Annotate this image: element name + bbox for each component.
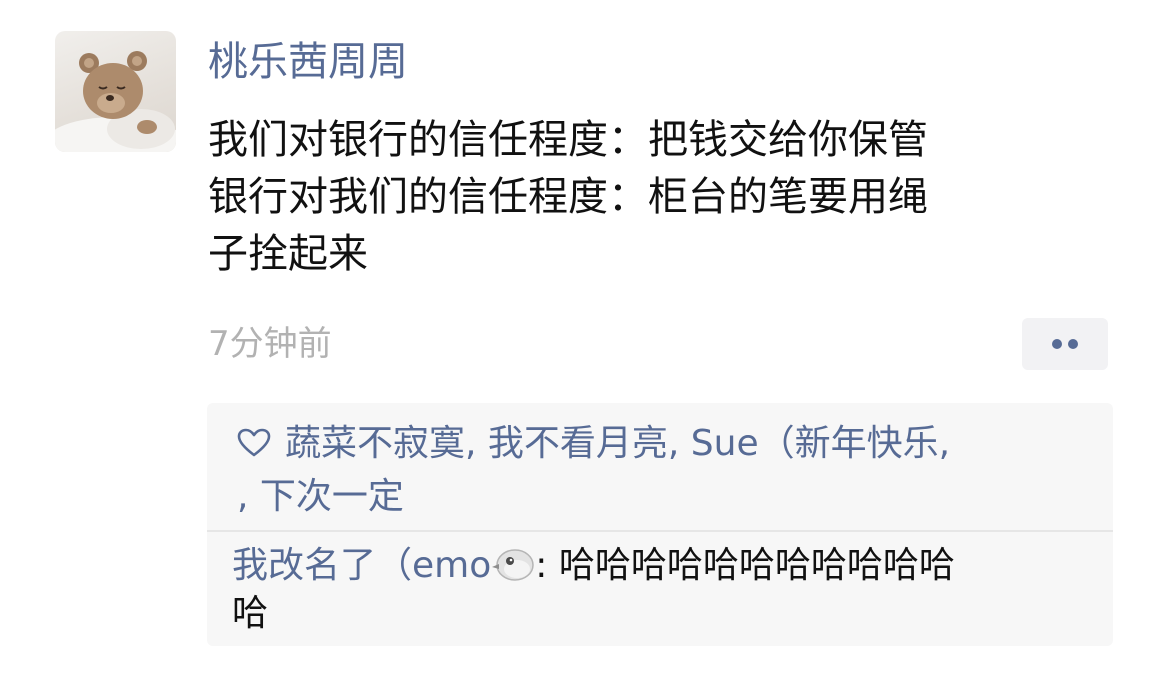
comment-separator: : [535,545,559,586]
comment-line: 我改名了（emo: 哈哈哈哈哈哈哈哈哈哈哈 [232,542,1102,590]
post-content: 我们对银行的信任程度：把钱交给你保管 银行对我们的信任程度：柜台的笔要用绳 子拴… [208,112,1108,283]
comment-text: 哈哈哈哈哈哈哈哈哈哈哈 [558,545,955,586]
likes-comments-divider [207,530,1113,532]
post-content-line: 子拴起来 [208,231,368,277]
heart-outline-icon [237,428,271,457]
avatar[interactable] [55,31,176,152]
likes-line: 蔬菜不寂寞, 我不看月亮, Sue（新年快乐, [237,417,1097,470]
moments-post: 桃乐茜周周 我们对银行的信任程度：把钱交给你保管 银行对我们的信任程度：柜台的笔… [0,0,1170,678]
comment-author[interactable]: 我改名了（emo [232,545,491,586]
comment-item[interactable]: 我改名了（emo: 哈哈哈哈哈哈哈哈哈哈哈 哈 [232,542,1102,638]
likes-list: 蔬菜不寂寞, 我不看月亮, Sue（新年快乐, , 下次一定 [237,417,1097,523]
likes-comments-panel: 蔬菜不寂寞, 我不看月亮, Sue（新年快乐, , 下次一定 我改名了（emo:… [207,403,1113,646]
teddy-bear-avatar-image [55,51,176,152]
likes-line[interactable]: , 下次一定 [237,470,1097,523]
post-timestamp: 7分钟前 [208,324,332,364]
bird-face-icon [492,549,534,581]
comment-line: 哈 [232,593,269,634]
post-author-name[interactable]: 桃乐茜周周 [208,36,408,88]
more-dot-icon [1068,339,1078,349]
more-actions-button[interactable] [1022,318,1108,370]
more-dot-icon [1052,339,1062,349]
post-content-line: 银行对我们的信任程度：柜台的笔要用绳 [208,174,928,220]
liker-names[interactable]: 蔬菜不寂寞, 我不看月亮, Sue（新年快乐, [285,423,950,464]
post-content-line: 我们对银行的信任程度：把钱交给你保管 [208,117,928,163]
